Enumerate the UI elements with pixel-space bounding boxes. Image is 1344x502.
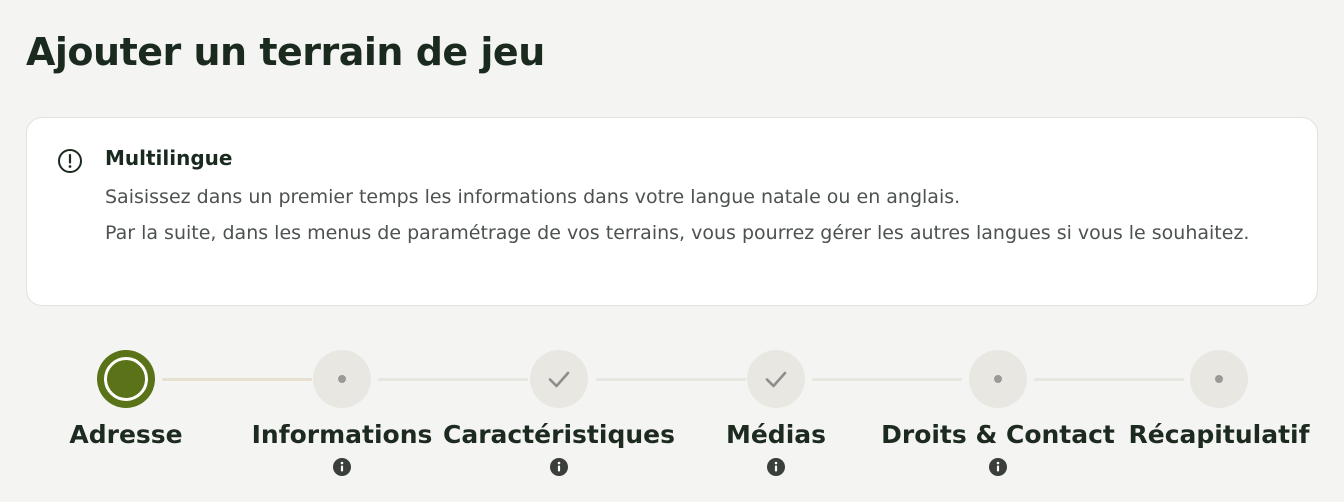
step-label: Récapitulatif xyxy=(1128,420,1310,449)
step-medias[interactable]: Médias xyxy=(656,340,896,490)
notice-line-2: Par la suite, dans les menus de paramétr… xyxy=(105,222,1250,244)
step-active-indicator xyxy=(97,350,155,408)
step-label: Médias xyxy=(725,420,827,449)
step-adresse[interactable]: Adresse xyxy=(6,340,246,490)
step-label: Adresse xyxy=(69,420,183,449)
info-icon[interactable] xyxy=(550,458,568,476)
step-label: Caractéristiques xyxy=(443,420,675,449)
page-title: Ajouter un terrain de jeu xyxy=(26,30,545,74)
step-pending-indicator xyxy=(969,350,1027,408)
exclamation-circle-icon xyxy=(58,149,82,173)
info-icon[interactable] xyxy=(333,458,351,476)
step-pending-indicator xyxy=(1190,350,1248,408)
notice-body: Saisissez dans un premier temps les info… xyxy=(105,179,1295,251)
step-droits-contact[interactable]: Droits & Contact xyxy=(878,340,1118,490)
multilingual-notice: Multilingue Saisissez dans un premier te… xyxy=(26,117,1318,306)
step-done-indicator xyxy=(747,350,805,408)
notice-line-1: Saisissez dans un premier temps les info… xyxy=(105,186,961,208)
info-icon[interactable] xyxy=(767,458,785,476)
step-informations[interactable]: Informations xyxy=(222,340,462,490)
check-icon xyxy=(765,371,787,388)
check-icon xyxy=(548,371,570,388)
form-stepper: Adresse Informations Caractéristiques Mé… xyxy=(0,340,1344,502)
step-label: Informations xyxy=(251,420,433,449)
step-caracteristiques[interactable]: Caractéristiques xyxy=(439,340,679,490)
step-label: Droits & Contact xyxy=(881,420,1115,449)
step-done-indicator xyxy=(530,350,588,408)
step-pending-indicator xyxy=(313,350,371,408)
notice-title: Multilingue xyxy=(105,146,233,170)
info-icon[interactable] xyxy=(989,458,1007,476)
step-recapitulatif[interactable]: Récapitulatif xyxy=(1099,340,1339,490)
